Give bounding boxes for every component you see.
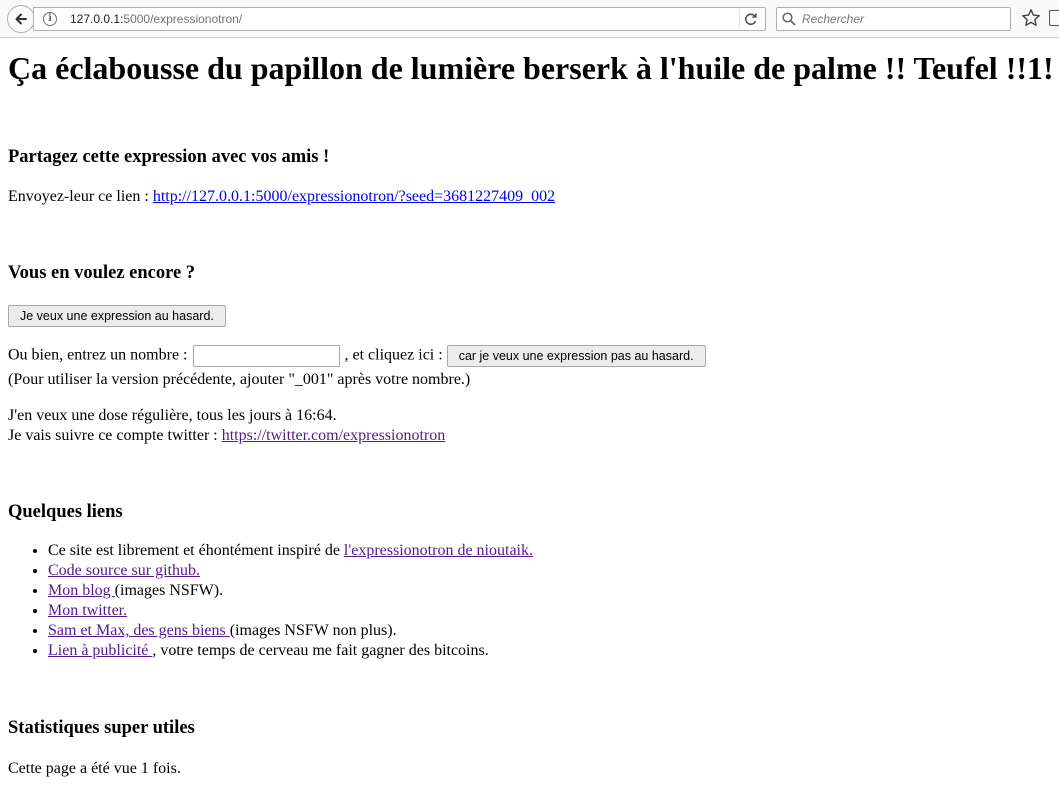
- stats-heading: Statistiques super utiles: [8, 718, 195, 738]
- url-host: 127.0.0.1:: [70, 12, 124, 26]
- list-item-suffix: (images NSFW non plus).: [229, 622, 397, 639]
- sam-et-max-link[interactable]: Sam et Max, des gens biens: [48, 622, 230, 639]
- list-item: Code source sur github.: [48, 561, 533, 581]
- random-expression-button[interactable]: Je veux une expression au hasard.: [8, 305, 226, 327]
- list-item-suffix: (images NSFW).: [114, 582, 224, 599]
- browser-toolbar: i 127.0.0.1:5000/expressionotron/ Recher…: [0, 0, 1059, 38]
- number-input[interactable]: [192, 345, 340, 367]
- number-middle: , et cliquez ici :: [340, 346, 447, 364]
- more-heading: Vous en voulez encore ?: [8, 263, 196, 283]
- ad-link[interactable]: Lien à publicité: [48, 642, 152, 659]
- back-button[interactable]: [7, 5, 35, 33]
- twitter-prefix: Je vais suivre ce compte twitter :: [8, 427, 222, 444]
- twitter-line: Je vais suivre ce compte twitter : https…: [8, 427, 445, 445]
- back-arrow-icon: [15, 13, 27, 25]
- version-note: (Pour utiliser la version précédente, aj…: [8, 371, 471, 388]
- seeded-expression-button[interactable]: car je veux une expression pas au hasard…: [446, 345, 706, 367]
- list-item: Lien à publicité , votre temps de cervea…: [48, 641, 533, 661]
- reload-icon[interactable]: [739, 10, 757, 28]
- number-row: Ou bien, entrez un nombre : , et cliquez…: [8, 345, 706, 367]
- url-bar[interactable]: i 127.0.0.1:5000/expressionotron/: [33, 7, 766, 31]
- url-text[interactable]: 127.0.0.1:5000/expressionotron/: [70, 12, 242, 26]
- number-prefix: Ou bien, entrez un nombre :: [8, 346, 192, 364]
- share-prefix: Envoyez-leur ce lien :: [8, 188, 153, 205]
- url-path: 5000/expressionotron/: [123, 12, 243, 26]
- share-heading: Partagez cette expression avec vos amis …: [8, 147, 330, 167]
- search-bar[interactable]: Rechercher: [776, 7, 1011, 31]
- list-item-suffix: , votre temps de cerveau me fait gagner …: [152, 642, 489, 659]
- daily-text: J'en veux une dose régulière, tous les j…: [8, 407, 337, 424]
- links-list: Ce site est librement et éhontément insp…: [8, 541, 533, 661]
- list-item-text: Ce site est librement et éhontément insp…: [48, 542, 344, 559]
- links-heading: Quelques liens: [8, 502, 123, 522]
- nioutaik-link[interactable]: l'expressionotron de nioutaik.: [344, 542, 533, 559]
- list-item: Mon blog (images NSFW).: [48, 581, 533, 601]
- blog-link[interactable]: Mon blog: [48, 582, 115, 599]
- share-line: Envoyez-leur ce lien : http://127.0.0.1:…: [8, 188, 555, 206]
- twitter-profile-link[interactable]: Mon twitter.: [48, 602, 127, 619]
- list-item: Ce site est librement et éhontément insp…: [48, 541, 533, 561]
- twitter-link[interactable]: https://twitter.com/expressionotron: [222, 427, 446, 444]
- stats-text: Cette page a été vue 1 fois.: [8, 760, 181, 777]
- list-item: Mon twitter.: [48, 601, 533, 621]
- page-title: Ça éclabousse du papillon de lumière ber…: [8, 50, 1054, 86]
- share-link[interactable]: http://127.0.0.1:5000/expressionotron/?s…: [153, 188, 555, 205]
- site-info-icon[interactable]: i: [43, 12, 57, 26]
- list-item: Sam et Max, des gens biens (images NSFW …: [48, 621, 533, 641]
- search-icon: [782, 12, 796, 26]
- github-link[interactable]: Code source sur github.: [48, 562, 200, 579]
- bookmark-star-icon[interactable]: [1021, 8, 1041, 28]
- random-button-row: Je veux une expression au hasard.: [8, 305, 226, 327]
- search-placeholder: Rechercher: [802, 12, 865, 26]
- library-icon[interactable]: [1049, 10, 1059, 26]
